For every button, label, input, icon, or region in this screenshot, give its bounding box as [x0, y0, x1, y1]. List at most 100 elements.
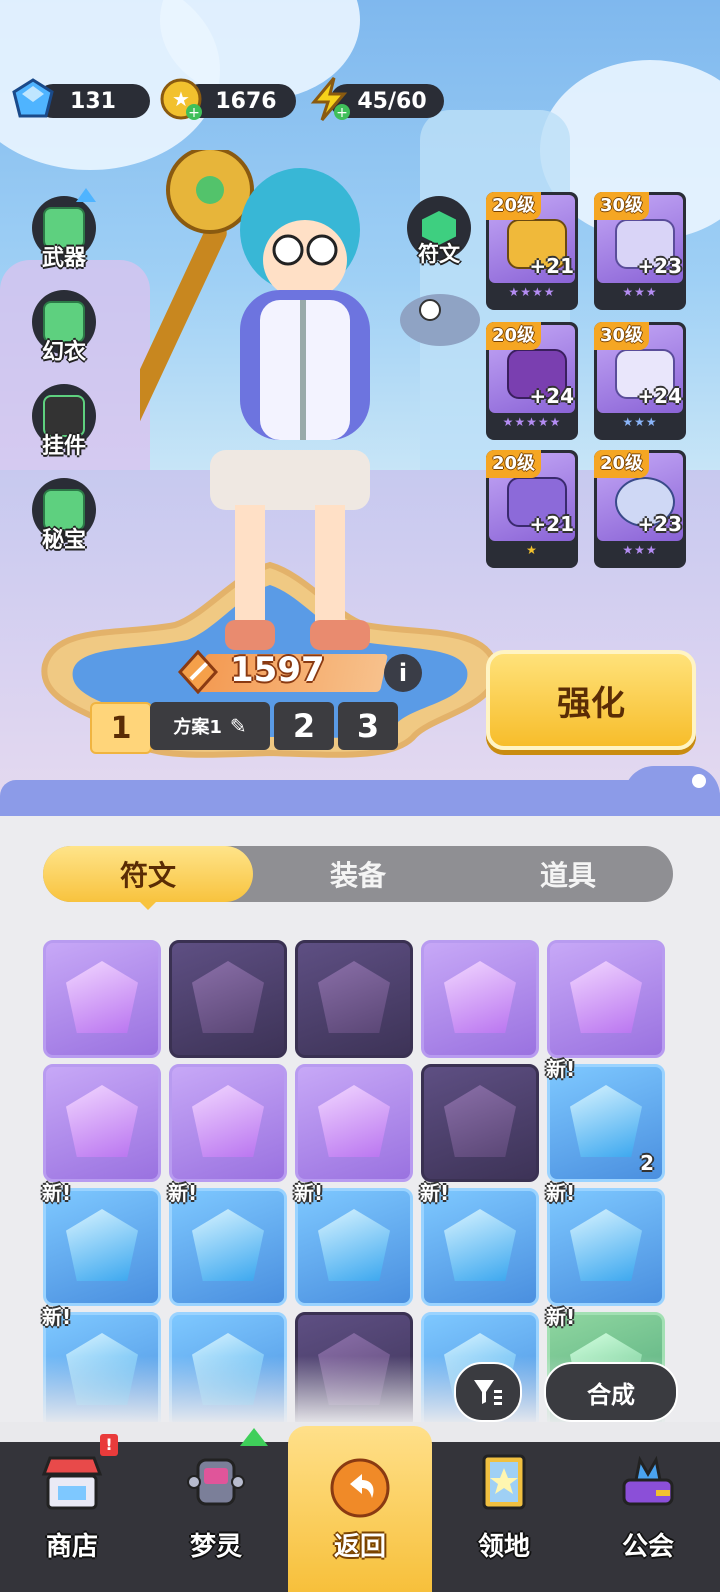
equipment-stars: ★: [526, 543, 538, 557]
equipment-slot-accessory[interactable]: 20级 +23 ★★★: [594, 450, 686, 568]
plan-name[interactable]: 方案1 ✎: [150, 702, 270, 750]
side-button-pendant[interactable]: 挂件: [26, 384, 102, 464]
rune-gem-icon: [570, 1209, 642, 1281]
enhance-button-label: 强化: [557, 683, 625, 724]
nav-shop[interactable]: ! 商店: [0, 1434, 144, 1592]
rune-gem-icon: [570, 1085, 642, 1157]
inventory-tabs: 符文 装备 道具: [43, 846, 673, 902]
gold-count: 1676: [215, 88, 277, 114]
plan-number: 1: [110, 710, 132, 746]
filter-button[interactable]: [454, 1362, 522, 1422]
nav-territory[interactable]: 领地: [432, 1442, 576, 1592]
rune-gem-icon: [318, 1085, 390, 1157]
plan-tab-1[interactable]: 1: [90, 702, 152, 754]
energy-count: 45/60: [357, 88, 427, 114]
equipment-slot-jacket[interactable]: 30级 +23 ★★★: [594, 192, 686, 310]
side-button-weapon[interactable]: 武器: [26, 188, 102, 276]
side-button-label: 挂件: [41, 434, 86, 459]
side-button-label: 秘宝: [41, 528, 86, 553]
gem-count: 131: [70, 88, 116, 114]
tab-label: 符文: [119, 859, 176, 892]
rune-item[interactable]: 新!: [546, 1181, 665, 1306]
svg-text:+: +: [188, 105, 200, 121]
rune-item[interactable]: [421, 1064, 539, 1182]
rune-gem-icon: [66, 1209, 138, 1281]
new-badge: 新!: [420, 1181, 450, 1205]
equipment-plus: +21: [529, 512, 574, 536]
nav-return[interactable]: 返回: [288, 1426, 432, 1592]
side-button-outfit[interactable]: 幻衣: [26, 290, 102, 370]
rune-gem-icon: [570, 961, 642, 1033]
active-tab-pointer: [138, 900, 158, 910]
plan-tab-3[interactable]: 3: [338, 702, 398, 750]
guild-icon: [622, 1455, 674, 1506]
nav-label: 梦灵: [189, 1532, 242, 1562]
plan-number: 2: [292, 707, 316, 745]
gem-icon: [12, 78, 54, 118]
equipment-slot-pants[interactable]: 30级 +24 ★★★: [594, 322, 686, 440]
rune-item[interactable]: [169, 940, 287, 1058]
nav-label: 公会: [621, 1532, 674, 1562]
rune-item[interactable]: [547, 940, 665, 1058]
rune-gem-icon: [318, 961, 390, 1033]
svg-text:+: +: [336, 105, 348, 121]
nav-label: 领地: [477, 1532, 530, 1562]
equipment-plus: +23: [637, 254, 682, 278]
rune-button[interactable]: 符文: [404, 196, 474, 272]
nav-dream-spirit[interactable]: 梦灵: [144, 1428, 288, 1592]
tab-equipment[interactable]: 装备: [253, 846, 463, 902]
rune-item[interactable]: [295, 1064, 413, 1182]
equipment-level: 20级: [486, 322, 542, 350]
new-badge: 新!: [546, 1057, 576, 1081]
rune-item[interactable]: 新!: [420, 1181, 539, 1306]
bottom-nav: ! 商店 梦灵 返回 领地 公会: [0, 1426, 720, 1592]
equipment-slot-bracer[interactable]: 20级 +24 ★★★★★: [486, 322, 578, 440]
rune-item[interactable]: [169, 1064, 287, 1182]
rune-gem-icon: [192, 1085, 264, 1157]
rune-item[interactable]: [421, 940, 539, 1058]
dream-spirit-icon: [187, 1458, 245, 1506]
item-count: 2: [640, 1151, 654, 1175]
new-badge: 新!: [546, 1181, 576, 1205]
equipment-plus: +24: [637, 384, 682, 408]
tab-items[interactable]: 道具: [463, 846, 673, 902]
gold-coin-icon: ★ +: [160, 78, 202, 121]
plan-name-label: 方案1: [173, 717, 222, 738]
shop-icon: [41, 1456, 103, 1510]
combine-button[interactable]: 合成: [544, 1362, 678, 1422]
equipment-slot-helmet[interactable]: 20级 +21 ★★★★: [486, 192, 578, 310]
plan-tab-2[interactable]: 2: [274, 702, 334, 750]
filter-icon: [474, 1380, 502, 1405]
nav-guild[interactable]: 公会: [576, 1442, 720, 1592]
info-icon[interactable]: i: [384, 654, 422, 692]
side-button-treasure[interactable]: 秘宝: [26, 478, 102, 558]
equipment-slot-shoes[interactable]: 20级 +21 ★: [486, 450, 578, 568]
tab-label: 道具: [539, 859, 596, 892]
rune-item[interactable]: 新! 2: [546, 1057, 665, 1182]
combat-power-value: 1597: [230, 650, 325, 690]
new-badge: 新!: [168, 1181, 198, 1205]
strip-dot: [692, 774, 706, 788]
inventory-panel: 符文 装备 道具 新! 2 新! 新! 新! 新! 新! 新! 新!: [0, 816, 720, 1422]
rune-item[interactable]: [295, 940, 413, 1058]
rune-item[interactable]: [43, 1064, 161, 1182]
equipment-stars: ★★★: [622, 415, 658, 429]
tab-rune[interactable]: 符文: [43, 846, 253, 902]
side-button-label: 幻衣: [41, 340, 86, 365]
new-badge: 新!: [42, 1305, 72, 1329]
rune-gem-icon: [192, 1209, 264, 1281]
nav-label: 返回: [333, 1532, 386, 1562]
equipment-stars: ★★★: [622, 543, 658, 557]
rune-gem-icon: [66, 961, 138, 1033]
combine-button-label: 合成: [587, 1380, 635, 1409]
rune-item[interactable]: [43, 940, 161, 1058]
rune-item[interactable]: 新!: [42, 1181, 161, 1306]
rune-item[interactable]: 新!: [294, 1181, 413, 1306]
enhance-button[interactable]: 强化: [486, 650, 696, 750]
rune-item[interactable]: 新!: [168, 1181, 287, 1306]
upgrade-arrow-icon: [76, 188, 96, 202]
equipment-plus: +23: [637, 512, 682, 536]
rune-gem-icon: [192, 961, 264, 1033]
side-button-label: 武器: [41, 246, 86, 271]
rune-gem-icon: [66, 1085, 138, 1157]
